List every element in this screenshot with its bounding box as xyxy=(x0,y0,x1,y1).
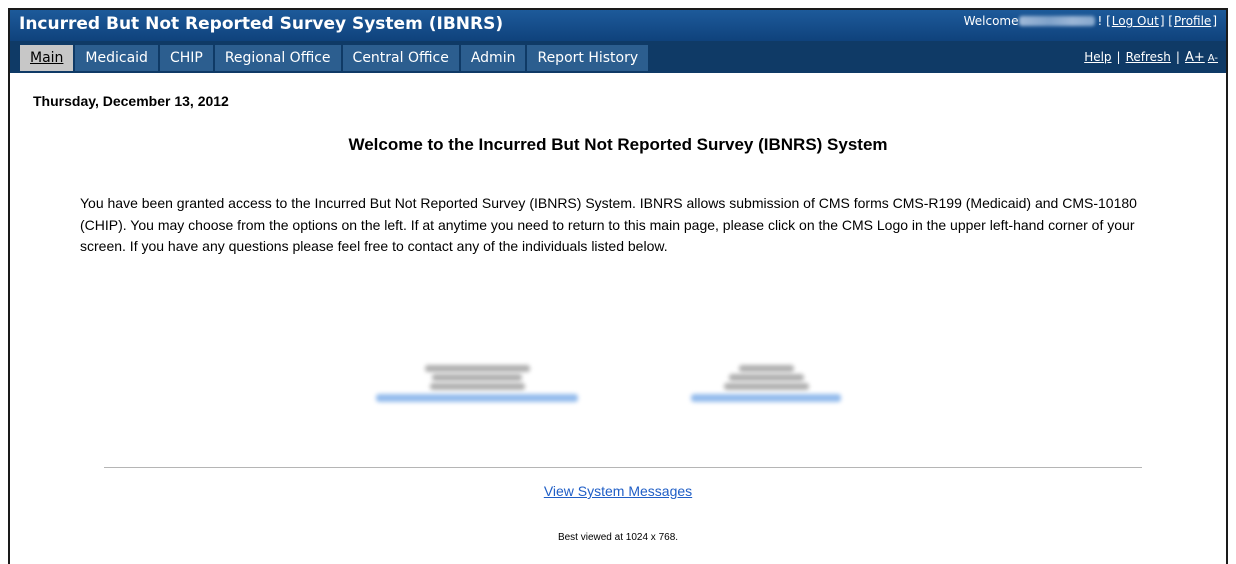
content-divider xyxy=(104,467,1142,468)
refresh-link[interactable]: Refresh xyxy=(1126,50,1171,64)
contact-name-redacted xyxy=(738,365,794,372)
best-viewed-note: Best viewed at 1024 x 768. xyxy=(557,532,679,543)
tab-central-office[interactable]: Central Office xyxy=(342,45,459,71)
tab-regional-office[interactable]: Regional Office xyxy=(214,45,341,71)
logout-link[interactable]: Log Out xyxy=(1112,14,1159,28)
contact-phone-redacted xyxy=(429,383,525,390)
app-frame: Incurred But Not Reported Survey System … xyxy=(8,8,1228,564)
intro-paragraph: You have been granted access to the Incu… xyxy=(80,195,1137,254)
utility-links: Help | Refresh | A+ A- xyxy=(1084,50,1218,65)
contact-card-1 xyxy=(372,365,582,402)
tab-admin[interactable]: Admin xyxy=(460,45,526,71)
font-increase-button[interactable]: A+ xyxy=(1185,50,1205,65)
tab-chip[interactable]: CHIP xyxy=(159,45,213,71)
main-nav-bar: Main Medicaid CHIP Regional Office Centr… xyxy=(10,41,1226,73)
page-title: Welcome to the Incurred But Not Reported… xyxy=(348,135,888,154)
profile-link[interactable]: Profile xyxy=(1174,14,1211,28)
current-date: Thursday, December 13, 2012 xyxy=(33,93,229,109)
contact-email-link[interactable] xyxy=(376,394,578,402)
contact-phone-redacted xyxy=(728,374,804,381)
contact-phone-redacted xyxy=(723,383,809,390)
user-welcome-area: Welcome ! [ Log Out ] [ Profile ] xyxy=(963,14,1217,28)
user-name-redacted xyxy=(1019,16,1096,26)
system-messages-area: View System Messages xyxy=(10,483,1226,499)
contact-phone-redacted xyxy=(432,374,522,381)
app-header: Incurred But Not Reported Survey System … xyxy=(10,10,1226,41)
contact-email-link[interactable] xyxy=(691,394,841,402)
tab-report-history[interactable]: Report History xyxy=(527,45,649,71)
help-link[interactable]: Help xyxy=(1084,50,1111,64)
contact-name-redacted xyxy=(424,365,530,372)
contact-card-2 xyxy=(686,365,846,402)
nav-tabs: Main Medicaid CHIP Regional Office Centr… xyxy=(20,45,650,71)
app-title: Incurred But Not Reported Survey System … xyxy=(19,14,504,34)
view-system-messages-link[interactable]: View System Messages xyxy=(544,483,692,499)
font-decrease-button[interactable]: A- xyxy=(1208,53,1218,64)
tab-main[interactable]: Main xyxy=(20,45,74,71)
welcome-label: Welcome xyxy=(963,14,1019,28)
tab-medicaid[interactable]: Medicaid xyxy=(75,45,158,71)
